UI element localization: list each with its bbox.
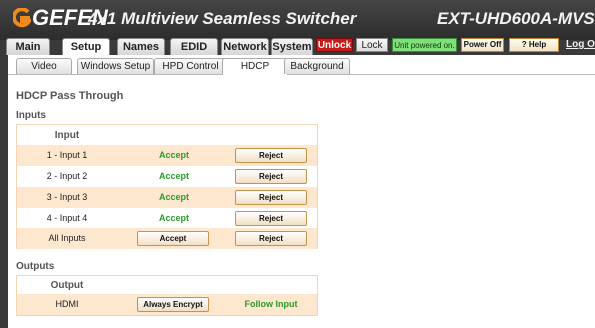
reject-button[interactable]: Reject [235,211,307,226]
outputs-table: Output HDMI Always Encrypt Follow Input [16,275,318,316]
lock-button[interactable]: Lock [356,38,388,52]
tab-network[interactable]: Network [221,38,269,55]
unlock-button[interactable]: Unlock [316,38,353,52]
always-encrypt-button[interactable]: Always Encrypt [137,297,209,312]
follow-input-status: Follow Input [244,299,298,309]
power-off-button[interactable]: Power Off [461,38,504,52]
inputs-table: Input 1 - Input 1 Accept Reject 2 - Inpu… [16,124,318,249]
reject-button[interactable]: Reject [235,148,307,163]
subtab-background[interactable]: Background [284,58,350,74]
tab-edid[interactable]: EDID [170,38,218,55]
reject-button[interactable]: Reject [235,169,307,184]
input-name: 1 - Input 1 [46,150,88,160]
reject-all-button[interactable]: Reject [235,231,307,246]
table-row: All Inputs Accept Reject [17,228,317,249]
input-column-header: Input [54,130,80,141]
page-title: HDCP Pass Through [16,90,124,102]
tab-names[interactable]: Names [117,38,165,55]
table-row: HDMI Always Encrypt Follow Input [17,294,317,315]
input-name: 3 - Input 3 [46,192,88,202]
model-number: EXT-UHD600A-MVSL-41 [437,9,595,28]
subtab-hdcp[interactable]: HDCP [222,58,288,75]
input-name: 4 - Input 4 [46,213,88,223]
table-row: 3 - Input 3 Accept Reject [17,187,317,208]
subtab-hpd-control[interactable]: HPD Control [154,58,227,74]
accept-status: Accept [158,150,189,160]
tab-setup[interactable]: Setup [62,38,110,56]
gefen-logo-icon [13,8,31,28]
main-tab-bar: Main Setup Names EDID Network System [0,38,595,56]
output-name: HDMI [55,299,79,309]
accept-status: Accept [158,192,189,202]
sub-tab-bar: Video Windows Setup HPD Control HDCP Bac… [8,58,595,75]
table-row: 1 - Input 1 Accept Reject [17,145,317,166]
input-name: All Inputs [48,233,86,243]
subtab-windows-setup[interactable]: Windows Setup [77,58,154,74]
tab-main[interactable]: Main [6,38,50,55]
power-status-badge: Unit powered on. [392,38,457,52]
inputs-header-row: Input [17,126,317,147]
output-column-header: Output [50,280,84,291]
table-row: 2 - Input 2 Accept Reject [17,166,317,187]
reject-button[interactable]: Reject [235,190,307,205]
input-name: 2 - Input 2 [46,171,88,181]
accept-status: Accept [158,171,189,181]
subtab-video[interactable]: Video [16,58,72,74]
inputs-section-label: Inputs [16,110,46,121]
accept-all-button[interactable]: Accept [137,231,209,246]
app-title: 4x1 Multiview Seamless Switcher [88,9,357,28]
logout-link[interactable]: Log Out [566,39,595,50]
help-button[interactable]: ? Help [509,38,559,52]
outputs-section-label: Outputs [16,261,55,272]
accept-status: Accept [158,213,189,223]
app-header: GEFEN 4x1 Multiview Seamless Switcher EX… [0,0,595,40]
tab-system[interactable]: System [271,38,313,55]
table-row: 4 - Input 4 Accept Reject [17,208,317,229]
